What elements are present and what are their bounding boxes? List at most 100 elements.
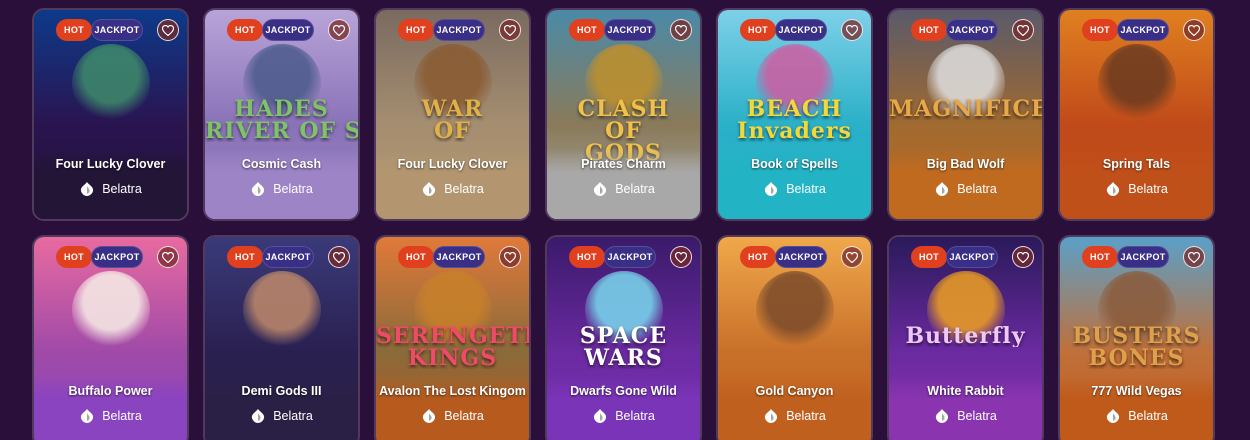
card-footer: Dwarfs Gone Wild Belatra xyxy=(547,376,700,440)
heart-icon xyxy=(1188,251,1200,263)
game-card-13[interactable]: Butterfly HOT JACKPOT White Rabbit Belat… xyxy=(887,235,1044,440)
game-card-5[interactable]: BEACH Invaders HOT JACKPOT Book of Spell… xyxy=(716,8,873,221)
card-footer: Buffalo Power Belatra xyxy=(34,376,187,440)
card-footer: Gold Canyon Belatra xyxy=(718,376,871,440)
belatra-logo-icon xyxy=(1107,409,1120,423)
game-card-12[interactable]: HOT JACKPOT Gold Canyon Belatra xyxy=(716,235,873,440)
favorite-button[interactable] xyxy=(1012,19,1034,41)
game-card-11[interactable]: SPACE WARS HOT JACKPOT Dwarfs Gone Wild … xyxy=(545,235,702,440)
belatra-logo-icon xyxy=(423,182,436,196)
favorite-button[interactable] xyxy=(670,246,692,268)
provider-name: Belatra xyxy=(957,409,997,423)
favorite-button[interactable] xyxy=(1012,246,1034,268)
provider: Belatra xyxy=(421,408,484,424)
game-card-8[interactable]: HOT JACKPOT Buffalo Power Belatra xyxy=(32,235,189,440)
belatra-logo-icon xyxy=(252,182,265,196)
game-name: Four Lucky Clover xyxy=(55,157,166,171)
jackpot-badge: JACKPOT xyxy=(1117,246,1169,268)
badge-row: HOT JACKPOT xyxy=(398,246,521,268)
game-logo: SPACE WARS xyxy=(579,325,668,369)
game-character xyxy=(755,271,834,349)
provider-name: Belatra xyxy=(273,182,313,196)
heart-icon xyxy=(504,251,516,263)
belatra-logo-icon xyxy=(594,409,607,423)
belatra-logo-icon xyxy=(594,182,607,196)
jackpot-badge: JACKPOT xyxy=(262,19,314,41)
badge-row: HOT JACKPOT xyxy=(911,19,1034,41)
game-name: Spring Tals xyxy=(1102,157,1171,171)
favorite-button[interactable] xyxy=(841,246,863,268)
provider-name: Belatra xyxy=(444,409,484,423)
game-name: White Rabbit xyxy=(927,384,1004,398)
provider: Belatra xyxy=(250,181,313,197)
provider: Belatra xyxy=(763,181,826,197)
heart-icon xyxy=(1188,24,1200,36)
hot-badge: HOT xyxy=(740,246,776,268)
game-character xyxy=(71,44,150,122)
game-name: Big Bad Wolf xyxy=(926,157,1005,171)
jackpot-badge: JACKPOT xyxy=(946,19,998,41)
card-footer: Avalon The Lost Kingom Belatra xyxy=(376,376,529,440)
favorite-button[interactable] xyxy=(157,19,179,41)
game-name: Dwarfs Gone Wild xyxy=(570,384,677,398)
game-card-7[interactable]: HOT JACKPOT Spring Tals Belatra xyxy=(1058,8,1215,221)
favorite-button[interactable] xyxy=(328,246,350,268)
jackpot-badge: JACKPOT xyxy=(91,19,143,41)
card-footer: Pirates Charm Belatra xyxy=(547,149,700,219)
jackpot-badge: JACKPOT xyxy=(91,246,143,268)
game-card-9[interactable]: HOT JACKPOT Demi Gods III Belatra xyxy=(203,235,360,440)
hot-badge: HOT xyxy=(569,246,605,268)
card-footer: Book of Spells Belatra xyxy=(718,149,871,219)
heart-icon xyxy=(846,251,858,263)
badge-row: HOT JACKPOT xyxy=(398,19,521,41)
favorite-button[interactable] xyxy=(499,246,521,268)
game-name: Avalon The Lost Kingom xyxy=(379,384,526,398)
game-card-3[interactable]: WAR OF HOT JACKPOT Four Lucky Clover Bel… xyxy=(374,8,531,221)
favorite-button[interactable] xyxy=(499,19,521,41)
provider-name: Belatra xyxy=(786,409,826,423)
provider-name: Belatra xyxy=(444,182,484,196)
favorite-button[interactable] xyxy=(157,246,179,268)
favorite-button[interactable] xyxy=(1183,246,1205,268)
hot-badge: HOT xyxy=(569,19,605,41)
badge-row: HOT JACKPOT xyxy=(569,246,692,268)
jackpot-badge: JACKPOT xyxy=(604,19,656,41)
belatra-logo-icon xyxy=(765,182,778,196)
game-card-10[interactable]: SERENGETI KINGS HOT JACKPOT Avalon The L… xyxy=(374,235,531,440)
provider: Belatra xyxy=(421,181,484,197)
belatra-logo-icon xyxy=(81,182,94,196)
game-name: 777 Wild Vegas xyxy=(1091,384,1182,398)
game-name: Gold Canyon xyxy=(755,384,834,398)
provider: Belatra xyxy=(592,408,655,424)
badge-row: HOT JACKPOT xyxy=(740,246,863,268)
jackpot-badge: JACKPOT xyxy=(775,19,827,41)
belatra-logo-icon xyxy=(936,182,949,196)
belatra-logo-icon xyxy=(423,409,436,423)
badge-row: HOT JACKPOT xyxy=(227,246,350,268)
provider: Belatra xyxy=(934,408,997,424)
jackpot-badge: JACKPOT xyxy=(1117,19,1169,41)
heart-icon xyxy=(333,251,345,263)
hot-badge: HOT xyxy=(227,246,263,268)
game-card-14[interactable]: BUSTERS BONES HOT JACKPOT 777 Wild Vegas… xyxy=(1058,235,1215,440)
game-card-2[interactable]: HADES RIVER OF SOULS HOT JACKPOT Cosmic … xyxy=(203,8,360,221)
favorite-button[interactable] xyxy=(670,19,692,41)
game-card-4[interactable]: CLASH OF GODS HOT JACKPOT Pirates Charm … xyxy=(545,8,702,221)
badge-row: HOT JACKPOT xyxy=(56,246,179,268)
heart-icon xyxy=(504,24,516,36)
badge-row: HOT JACKPOT xyxy=(569,19,692,41)
hot-badge: HOT xyxy=(56,19,92,41)
favorite-button[interactable] xyxy=(1183,19,1205,41)
games-grid: HOT JACKPOT Four Lucky Clover Belatra HA… xyxy=(32,8,1215,440)
heart-icon xyxy=(675,251,687,263)
favorite-button[interactable] xyxy=(328,19,350,41)
hot-badge: HOT xyxy=(1082,246,1118,268)
card-footer: Demi Gods III Belatra xyxy=(205,376,358,440)
game-card-1[interactable]: HOT JACKPOT Four Lucky Clover Belatra xyxy=(32,8,189,221)
provider-name: Belatra xyxy=(273,409,313,423)
favorite-button[interactable] xyxy=(841,19,863,41)
hot-badge: HOT xyxy=(398,246,434,268)
provider: Belatra xyxy=(592,181,655,197)
game-card-6[interactable]: MAGNIFICENT HOT JACKPOT Big Bad Wolf Bel… xyxy=(887,8,1044,221)
provider-name: Belatra xyxy=(102,182,142,196)
